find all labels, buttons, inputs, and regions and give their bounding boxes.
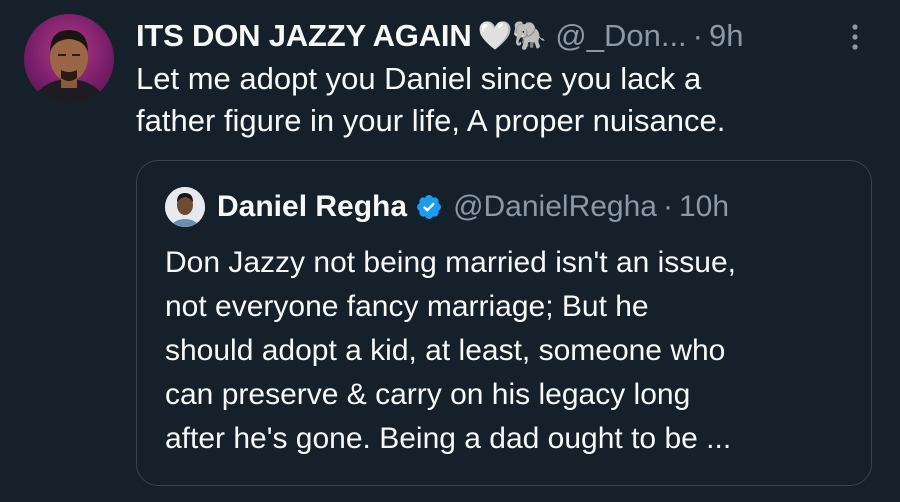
quoted-text-line: not everyone fancy marriage; But he [165, 290, 649, 323]
quoted-timestamp[interactable]: 10h [679, 190, 729, 224]
quoted-text-line: Don Jazzy not being married isn't an iss… [165, 246, 737, 279]
more-vertical-icon[interactable] [842, 20, 868, 54]
quoted-avatar[interactable] [165, 187, 205, 227]
tweet-card: ITS DON JAZZY AGAIN 🤍🐘 @_Don... · 9h Let… [0, 0, 900, 502]
name-emojis: 🤍🐘 [477, 20, 548, 51]
quoted-display-name[interactable]: Daniel Regha [217, 190, 407, 224]
separator-dot: · [692, 18, 703, 53]
quoted-username-handle[interactable]: @DanielRegha [453, 190, 657, 224]
display-name[interactable]: ITS DON JAZZY AGAIN [136, 18, 472, 54]
timestamp[interactable]: 9h [709, 18, 743, 54]
quoted-text-line: can preserve & carry on his legacy long [165, 378, 691, 411]
quoted-text-line: after he's gone. Being a dad ought to be… [165, 422, 732, 455]
separator-dot: · [662, 190, 673, 223]
tweet-text-line: father figure in your life, A proper nui… [136, 103, 726, 138]
tweet-text-line: Let me adopt you Daniel since you lack a [136, 61, 702, 96]
quoted-tweet-text: Don Jazzy not being married isn't an iss… [165, 241, 855, 461]
tweet-text: Let me adopt you Daniel since you lack a… [136, 58, 856, 142]
quoted-tweet[interactable]: Daniel Regha @DanielRegha · 10h Don Jazz… [136, 160, 872, 486]
quoted-tweet-header: Daniel Regha @DanielRegha · 10h [165, 185, 729, 229]
quoted-text-line: should adopt a kid, at least, someone wh… [165, 334, 726, 367]
username-handle[interactable]: @_Don... [555, 18, 686, 54]
verified-badge-icon [415, 193, 443, 221]
avatar[interactable] [24, 14, 114, 104]
tweet-header: ITS DON JAZZY AGAIN 🤍🐘 @_Don... · 9h [136, 14, 743, 58]
